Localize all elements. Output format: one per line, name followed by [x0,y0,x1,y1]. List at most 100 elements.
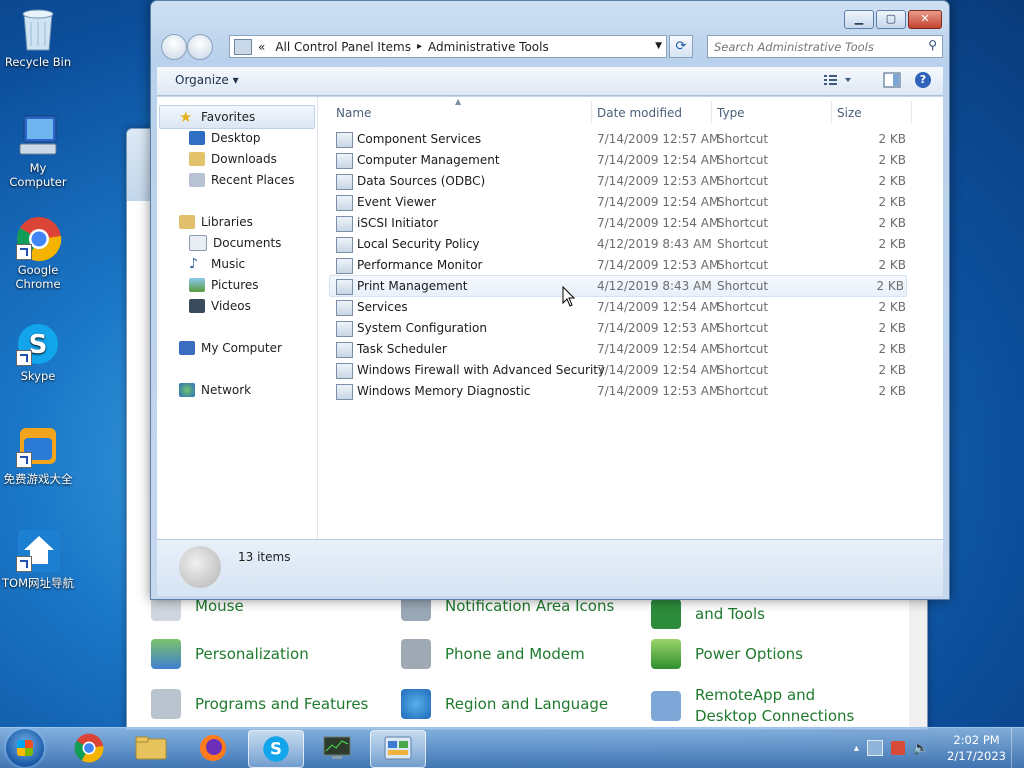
network-tray-icon[interactable] [866,740,883,756]
shortcut-icon [336,384,353,400]
shortcut-icon [336,342,353,358]
taskbar-control-panel[interactable] [370,730,426,768]
taskbar-explorer[interactable] [124,730,178,766]
help-icon[interactable]: ? [915,72,931,88]
nav-libraries[interactable]: Libraries [179,212,253,232]
close-button[interactable]: ✕ [908,10,942,29]
column-header-name[interactable]: Name [336,101,586,125]
column-divider[interactable] [831,101,832,123]
taskbar-performance[interactable] [310,730,364,766]
skype-icon: S [16,322,60,366]
file-row[interactable]: Task Scheduler 7/14/2009 12:54 AM Shortcut… [330,339,908,359]
navigation-bar: « All Control Panel Items ▸ Administrati… [159,33,943,60]
show-desktop-button[interactable] [1011,728,1024,768]
file-row[interactable]: Component Services 7/14/2009 12:57 AM Shor… [330,129,908,149]
address-overflow[interactable]: « [258,40,265,54]
personalization-icon [151,639,181,669]
cp-item-programs[interactable]: Programs and Features [151,689,368,719]
nav-documents[interactable]: Documents [189,233,281,253]
libraries-icon [179,215,195,229]
show-hidden-icons-button[interactable]: ▴ [854,743,859,754]
breadcrumb-control-panel[interactable]: All Control Panel Items [275,40,411,54]
refresh-button[interactable]: ⟳ [669,35,693,58]
desktop-icon-skype[interactable]: S Skype [2,322,74,383]
shortcut-icon [336,321,353,337]
nav-favorites[interactable]: ★ Favorites [179,107,255,127]
volume-icon[interactable]: 🔈 [913,741,929,756]
file-row[interactable]: Performance Monitor 7/14/2009 12:53 AM Sho… [330,255,908,275]
nav-pictures[interactable]: Pictures [189,275,259,295]
cp-scrollbar[interactable] [909,599,927,727]
file-row[interactable]: Windows Firewall with Advanced Security 7… [330,360,908,380]
nav-downloads[interactable]: Downloads [189,149,277,169]
cp-item-power-options[interactable]: Power Options [651,639,803,669]
downloads-icon [189,152,205,166]
phone-icon [401,639,431,669]
file-row[interactable]: Computer Management 7/14/2009 12:54 AM Sho… [330,150,908,170]
taskbar-chrome[interactable] [62,730,116,766]
cp-item-phone-modem[interactable]: Phone and Modem [401,639,585,669]
nav-my-computer[interactable]: My Computer [179,338,282,358]
file-row[interactable]: Event Viewer 7/14/2009 12:54 AM Shortcut 2 … [330,192,908,212]
content-area: ★ Favorites Desktop Downloads Recent Plac… [157,96,943,540]
column-header-size[interactable]: Size [837,101,907,125]
monitor-icon [323,736,351,759]
nav-desktop[interactable]: Desktop [189,128,261,148]
programs-icon [151,689,181,719]
search-box[interactable]: ⚲ [707,35,943,58]
desktop-icon-my-computer[interactable]: My Computer [2,114,74,189]
cp-item-region[interactable]: Region and Language [401,689,608,719]
skype-icon: S [263,736,289,762]
explorer-window[interactable]: ▁ ▢ ✕ « All Control Panel Items ▸ Admini… [150,0,950,600]
file-row-hovered[interactable]: Print Management 4/12/2019 8:43 AM Shortcu… [329,275,907,297]
file-row[interactable]: Local Security Policy 4/12/2019 8:43 AM Sh… [330,234,908,254]
nav-videos[interactable]: Videos [189,296,251,316]
desktop-icon-tom-games[interactable]: 免费游戏大全 [2,424,74,487]
preview-pane-button[interactable] [883,72,901,88]
file-row[interactable]: System Configuration 7/14/2009 12:53 AM Sh… [330,318,908,338]
cp-item-and-tools[interactable]: and Tools [651,599,765,629]
cp-item-personalization[interactable]: Personalization [151,639,309,669]
minimize-button[interactable]: ▁ [844,10,874,29]
file-row[interactable]: Windows Memory Diagnostic 7/14/2009 12:53… [330,381,908,401]
nav-network[interactable]: Network [179,380,251,400]
back-button[interactable] [161,34,187,60]
preview-pane-icon [883,72,901,88]
breadcrumb-separator[interactable]: ▸ [417,41,422,52]
taskbar-skype[interactable]: S [248,730,304,768]
computer-icon [179,341,195,355]
column-header-type[interactable]: Type [717,101,832,125]
nav-music[interactable]: ♪ Music [189,254,245,274]
search-icon[interactable]: ⚲ [928,38,937,52]
shortcut-arrow-icon [16,452,32,468]
action-center-icon[interactable] [890,741,905,755]
shortcut-icon [336,258,353,274]
clock[interactable]: 2:02 PM 2/17/2023 [947,732,1006,764]
change-view-button[interactable] [823,72,851,88]
address-dropdown-icon[interactable]: ▼ [655,41,662,51]
maximize-button[interactable]: ▢ [876,10,906,29]
taskbar-firefox[interactable] [186,730,240,766]
file-row[interactable]: iSCSI Initiator 7/14/2009 12:54 AM Shortcu… [330,213,908,233]
details-view-icon [824,75,851,85]
file-row[interactable]: Data Sources (ODBC) 7/14/2009 12:53 AM Sho… [330,171,908,191]
caption-buttons: ▁ ▢ ✕ [844,10,942,29]
desktop-icon-recycle-bin[interactable]: Recycle Bin [2,8,74,69]
desktop-icon-chrome[interactable]: Google Chrome [2,216,74,291]
search-input[interactable] [708,36,916,57]
start-button[interactable] [6,729,44,767]
column-header-date[interactable]: Date modified [597,101,712,125]
shortcut-icon [336,363,353,379]
column-divider[interactable] [711,101,712,123]
organize-button[interactable]: Organize ▾ [175,73,239,87]
nav-recent-places[interactable]: Recent Places [189,170,294,190]
desktop-icon-tom-nav[interactable]: TOM网址导航 [2,528,74,591]
column-divider[interactable] [591,101,592,123]
breadcrumb-admin-tools[interactable]: Administrative Tools [428,40,549,54]
forward-button[interactable] [187,34,213,60]
file-row[interactable]: Services 7/14/2009 12:54 AM Shortcut 2 KB [330,297,908,317]
cp-item-remoteapp[interactable]: RemoteApp and Desktop Connections [651,685,861,727]
shortcut-arrow-icon [16,556,32,572]
column-divider[interactable] [911,101,912,123]
address-bar[interactable]: « All Control Panel Items ▸ Administrati… [229,35,667,58]
